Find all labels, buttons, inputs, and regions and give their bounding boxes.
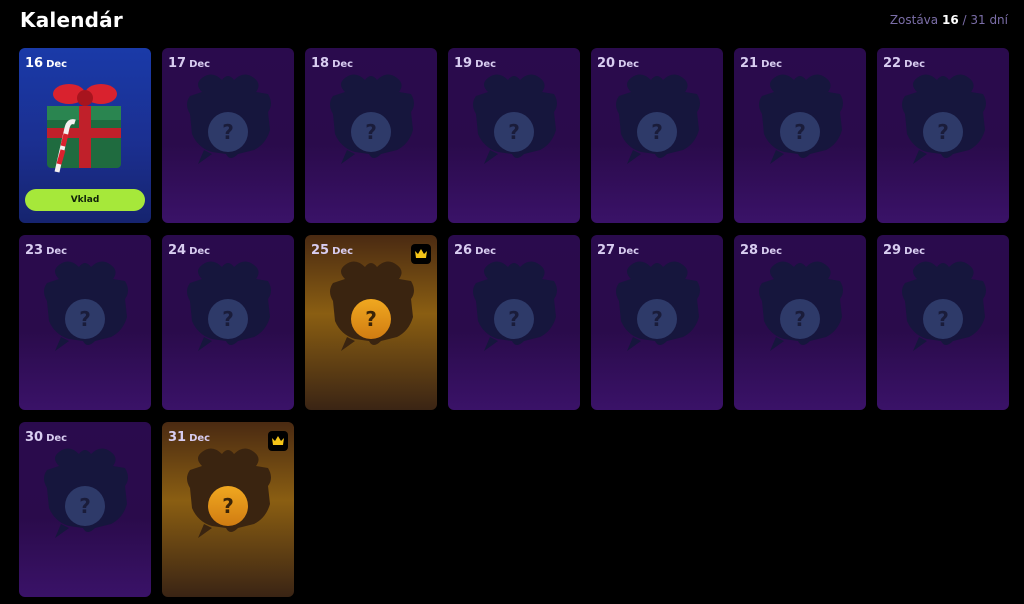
card-day-number: 30 <box>25 430 44 445</box>
page-title: Kalendár <box>20 8 123 32</box>
card-month: Dec <box>189 59 211 70</box>
card-month: Dec <box>761 246 783 257</box>
card-day-number: 28 <box>740 243 759 258</box>
calendar-card-18[interactable]: 18 Dec? <box>305 48 437 223</box>
deposit-button[interactable]: Vklad <box>25 189 145 211</box>
card-month: Dec <box>475 59 497 70</box>
calendar-card-21[interactable]: 21 Dec? <box>734 48 866 223</box>
card-day-number: 27 <box>597 243 616 258</box>
question-icon: ? <box>65 299 105 339</box>
calendar-card-23[interactable]: 23 Dec? <box>19 235 151 410</box>
card-date: 20 Dec <box>597 56 639 71</box>
card-month: Dec <box>332 59 354 70</box>
question-icon: ? <box>780 299 820 339</box>
card-month: Dec <box>904 59 926 70</box>
calendar-card-26[interactable]: 26 Dec? <box>448 235 580 410</box>
calendar-card-29[interactable]: 29 Dec? <box>877 235 1009 410</box>
remaining-value: 16 <box>941 13 959 27</box>
remaining-days: Zostáva 16 / 31 dní <box>890 13 1008 27</box>
card-month: Dec <box>904 246 926 257</box>
calendar-card-16[interactable]: 16 Dec Vklad <box>19 48 151 223</box>
calendar-card-17[interactable]: 17 Dec? <box>162 48 294 223</box>
remaining-total: / 31 dní <box>962 13 1009 27</box>
card-month: Dec <box>189 433 211 444</box>
question-icon: ? <box>923 299 963 339</box>
card-date: 29 Dec <box>883 243 925 258</box>
question-icon: ? <box>351 112 391 152</box>
question-icon: ? <box>208 112 248 152</box>
card-day-number: 31 <box>168 430 187 445</box>
remaining-label: Zostáva <box>889 13 939 27</box>
gift-icon <box>39 72 131 182</box>
card-date: 26 Dec <box>454 243 496 258</box>
calendar-card-20[interactable]: 20 Dec? <box>591 48 723 223</box>
card-day-number: 26 <box>454 243 473 258</box>
card-day-number: 25 <box>311 243 330 258</box>
card-date: 19 Dec <box>454 56 496 71</box>
question-icon: ? <box>494 299 534 339</box>
card-date: 31 Dec <box>168 430 210 445</box>
calendar-card-25[interactable]: 25 Dec? <box>305 235 437 410</box>
card-date: 30 Dec <box>25 430 67 445</box>
card-date: 25 Dec <box>311 243 353 258</box>
card-day-number: 23 <box>25 243 44 258</box>
question-icon: ? <box>637 112 677 152</box>
card-month: Dec <box>46 246 68 257</box>
card-month: Dec <box>332 246 354 257</box>
calendar-card-31[interactable]: 31 Dec? <box>162 422 294 597</box>
calendar-card-30[interactable]: 30 Dec? <box>19 422 151 597</box>
question-icon: ? <box>780 112 820 152</box>
question-icon: ? <box>208 486 248 526</box>
card-day-number: 20 <box>597 56 616 71</box>
question-icon: ? <box>494 112 534 152</box>
card-day-number: 21 <box>740 56 759 71</box>
question-icon: ? <box>923 112 963 152</box>
card-day-number: 24 <box>168 243 187 258</box>
card-date: 21 Dec <box>740 56 782 71</box>
card-month: Dec <box>46 433 68 444</box>
card-month: Dec <box>761 59 783 70</box>
card-date: 17 Dec <box>168 56 210 71</box>
card-day-number: 29 <box>883 243 902 258</box>
question-icon: ? <box>208 299 248 339</box>
card-month: Dec <box>618 59 640 70</box>
card-month: Dec <box>189 246 211 257</box>
card-date: 22 Dec <box>883 56 925 71</box>
question-icon: ? <box>351 299 391 339</box>
calendar-card-22[interactable]: 22 Dec? <box>877 48 1009 223</box>
calendar-card-28[interactable]: 28 Dec? <box>734 235 866 410</box>
card-day-number: 19 <box>454 56 473 71</box>
card-date: 18 Dec <box>311 56 353 71</box>
calendar-card-19[interactable]: 19 Dec? <box>448 48 580 223</box>
card-month: Dec <box>46 59 68 70</box>
card-day-number: 16 <box>25 56 44 71</box>
card-date: 23 Dec <box>25 243 67 258</box>
card-date: 27 Dec <box>597 243 639 258</box>
card-date: 24 Dec <box>168 243 210 258</box>
card-day-number: 22 <box>883 56 902 71</box>
calendar-card-27[interactable]: 27 Dec? <box>591 235 723 410</box>
calendar-card-24[interactable]: 24 Dec? <box>162 235 294 410</box>
crown-icon <box>411 244 431 264</box>
question-icon: ? <box>65 486 105 526</box>
crown-icon <box>268 431 288 451</box>
card-day-number: 17 <box>168 56 187 71</box>
calendar-grid: 16 Dec Vklad 17 Dec? 18 Dec? 19 Dec? 20 Dec? 21 Dec?… <box>19 48 1009 597</box>
card-month: Dec <box>475 246 497 257</box>
header: Kalendár Zostáva 16 / 31 dní <box>20 6 1008 36</box>
question-icon: ? <box>637 299 677 339</box>
card-date: 16 Dec <box>25 56 67 71</box>
card-date: 28 Dec <box>740 243 782 258</box>
card-day-number: 18 <box>311 56 330 71</box>
card-month: Dec <box>618 246 640 257</box>
